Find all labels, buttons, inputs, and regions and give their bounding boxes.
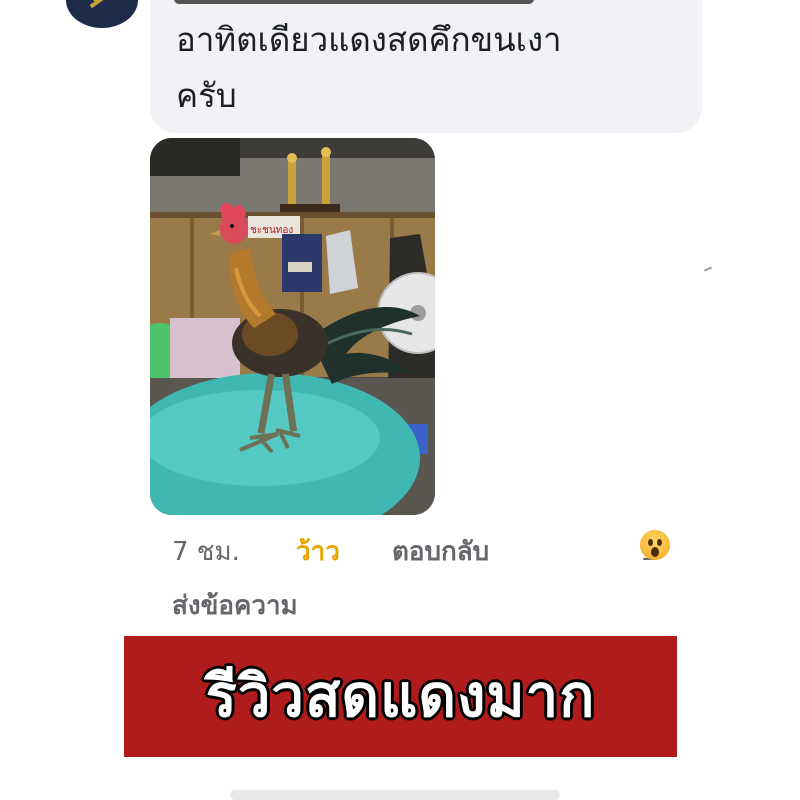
rooster-photo: ชะชนทอง <box>150 138 435 515</box>
comment-timestamp[interactable]: 7 ชม. <box>172 530 240 574</box>
comment-line-2: ครับ <box>176 76 237 115</box>
comment-bubble: อาทิตเดียวแดงสดคึกขนเงา ครับ <box>150 0 702 133</box>
next-comment-cropped <box>230 790 560 800</box>
promo-banner: รีวิวสดแดงมาก <box>124 636 677 757</box>
send-message-button[interactable]: ส่งข้อความ <box>172 584 298 628</box>
reply-button[interactable]: ตอบกลับ <box>392 530 489 574</box>
reaction-wow-button[interactable]: ว้าว <box>296 530 340 574</box>
comment-line-1: อาทิตเดียวแดงสดคึกขนเงา <box>176 20 562 59</box>
commenter-name-cropped[interactable] <box>174 0 534 4</box>
comment-photo[interactable]: ชะชนทอง <box>150 138 435 515</box>
wow-emoji-icon <box>640 530 670 560</box>
comment-text: อาทิตเดียวแดงสดคึกขนเงา ครับ <box>176 12 676 124</box>
commenter-avatar[interactable] <box>66 0 138 28</box>
banner-text: รีวิวสดแดงมาก <box>205 662 596 730</box>
stray-mark <box>703 266 713 272</box>
reaction-summary[interactable]: 1 <box>640 530 670 574</box>
comment-actions: 7 ชม. ว้าว ตอบกลับ 1 <box>172 530 712 574</box>
